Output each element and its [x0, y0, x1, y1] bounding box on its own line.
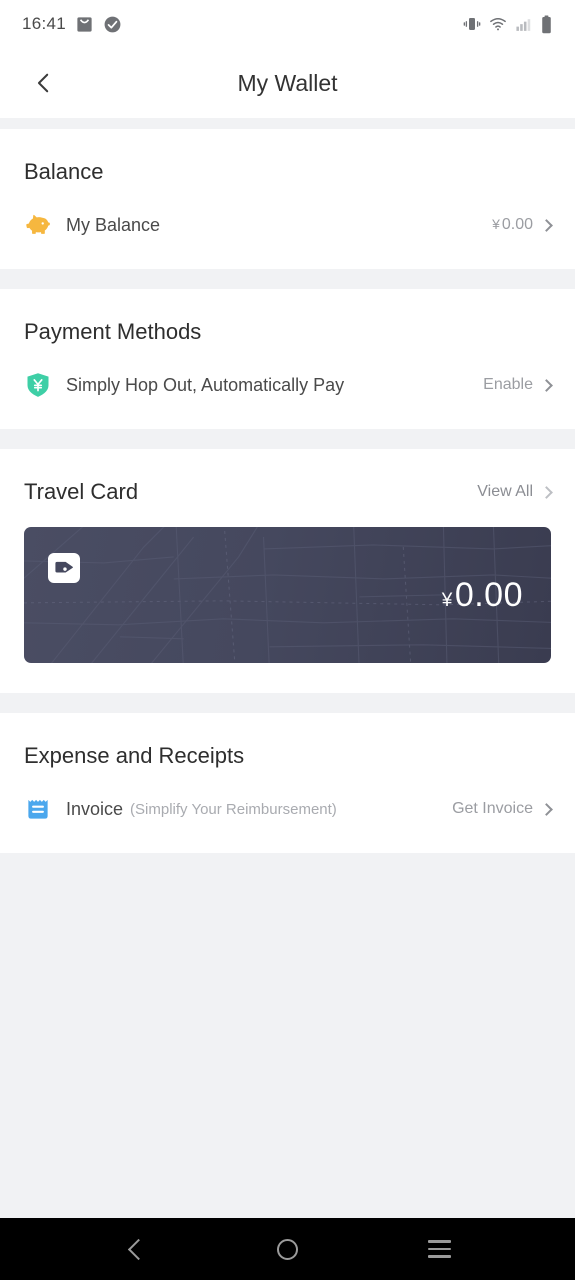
expense-receipts-section: Expense and Receipts Invoice (Simplify Y…: [0, 713, 575, 853]
yen-symbol: ¥: [492, 216, 500, 232]
page-title: My Wallet: [237, 69, 338, 96]
status-bar: 16:41: [0, 0, 575, 48]
back-chevron-icon: [37, 73, 49, 93]
invoice-label: Invoice: [66, 798, 124, 819]
balance-section-title: Balance: [24, 159, 104, 184]
expense-receipts-section-head: Expense and Receipts: [0, 713, 575, 769]
payment-methods-section: Payment Methods Simply Hop Out, Automati…: [0, 289, 575, 429]
chevron-right-icon[interactable]: [540, 218, 553, 232]
balance-section: Balance My Balance ¥0.00: [0, 129, 575, 269]
shield-yen-icon: [27, 373, 49, 397]
travel-card[interactable]: ¥0.00: [24, 527, 551, 663]
nav-home-icon: [276, 1238, 298, 1260]
signal-icon: [516, 18, 531, 31]
view-all-button[interactable]: View All: [477, 483, 553, 501]
status-bar-right: [463, 14, 553, 34]
chevron-right-icon: [540, 485, 553, 499]
nav-recents-icon: [427, 1240, 451, 1258]
invoice-sub-label: (Simplify Your Reimbursement): [130, 800, 337, 818]
payment-methods-section-title: Payment Methods: [24, 319, 202, 344]
chevron-right-icon[interactable]: [540, 802, 553, 816]
balance-section-head: Balance: [0, 129, 575, 185]
travel-card-section-title: Travel Card: [24, 479, 139, 504]
my-balance-label: My Balance: [66, 214, 161, 235]
back-button[interactable]: [14, 53, 74, 113]
android-nav-bar: [0, 1218, 575, 1280]
wallet-card-icon: [48, 553, 80, 583]
view-all-label: View All: [477, 483, 533, 500]
auto-pay-action-label: Enable: [483, 376, 533, 393]
auto-pay-right: Enable: [483, 376, 553, 394]
section-divider: [0, 429, 575, 449]
travel-card-wrap: ¥0.00: [0, 505, 575, 693]
status-bar-left: 16:41: [22, 14, 122, 34]
my-balance-right: ¥0.00: [492, 216, 553, 234]
invoice-right: Get Invoice: [452, 800, 553, 818]
piggy-bank-icon: [26, 214, 50, 234]
auto-pay-row[interactable]: Simply Hop Out, Automatically Pay Enable: [0, 345, 575, 429]
phone-screen: 16:41 My Wallet Balance My Balance ¥ 0.0…: [0, 0, 575, 1280]
page-filler: [0, 853, 575, 1155]
invoice-icon: [28, 799, 48, 819]
yen-symbol: ¥: [441, 590, 453, 611]
my-balance-amount: 0.00: [501, 216, 533, 233]
get-invoice-label: Get Invoice: [452, 800, 533, 817]
status-time: 16:41: [22, 14, 67, 33]
invoice-row[interactable]: Invoice (Simplify Your Reimbursement) Ge…: [0, 769, 575, 853]
travel-card-value: 0.00: [454, 576, 523, 614]
nav-back-button[interactable]: [104, 1218, 168, 1280]
section-divider: [0, 118, 575, 129]
title-bar: My Wallet: [0, 48, 575, 118]
nav-recents-button[interactable]: [407, 1218, 471, 1280]
expense-receipts-section-title: Expense and Receipts: [24, 743, 245, 768]
nav-home-button[interactable]: [255, 1218, 319, 1280]
wifi-icon: [490, 18, 506, 31]
nav-back-icon: [127, 1238, 149, 1260]
mail-icon: [77, 16, 92, 32]
my-balance-value: ¥0.00: [492, 216, 533, 234]
travel-card-section: Travel Card View All ¥ 0.00: [0, 449, 575, 693]
auto-pay-label: Simply Hop Out, Automatically Pay: [66, 374, 345, 395]
section-divider: [0, 693, 575, 713]
my-balance-row[interactable]: My Balance ¥0.00: [0, 185, 575, 269]
check-circle-icon: [104, 16, 121, 32]
payment-methods-section-head: Payment Methods: [0, 289, 575, 345]
wallet-glyph: [55, 561, 73, 573]
battery-icon: [542, 14, 551, 33]
section-divider: [0, 269, 575, 289]
travel-card-section-head: Travel Card View All: [0, 449, 575, 505]
chevron-right-icon[interactable]: [540, 378, 553, 392]
travel-card-amount: ¥0.00: [442, 578, 523, 612]
vibrate-icon: [463, 18, 481, 30]
